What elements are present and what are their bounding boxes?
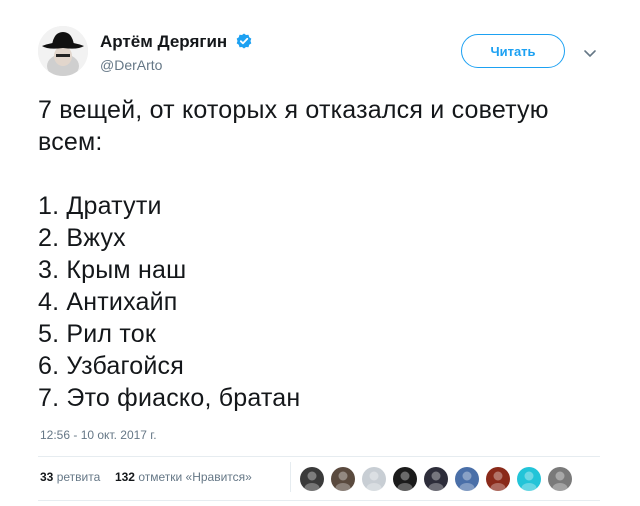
tweet-line: 5. Рил ток bbox=[38, 320, 156, 348]
divider bbox=[38, 500, 600, 501]
display-name[interactable]: Артём Дерягин bbox=[100, 32, 227, 51]
retweets-count[interactable]: 33 bbox=[40, 470, 53, 484]
liker-avatar[interactable] bbox=[455, 467, 479, 491]
tweet-line: всем: bbox=[38, 128, 103, 156]
retweets-label[interactable]: ретвита bbox=[57, 470, 101, 484]
tweet-text: 7 вещей, от которых я отказался и совету… bbox=[38, 94, 608, 414]
person-icon bbox=[366, 471, 382, 491]
liker-avatar[interactable] bbox=[331, 467, 355, 491]
divider bbox=[38, 456, 600, 457]
person-icon bbox=[552, 471, 568, 491]
person-icon bbox=[459, 471, 475, 491]
liker-avatar[interactable] bbox=[300, 467, 324, 491]
tweet-line: 7 вещей, от которых я отказался и совету… bbox=[38, 96, 549, 124]
liker-avatar[interactable] bbox=[424, 467, 448, 491]
likes-label[interactable]: отметки «Нравится» bbox=[138, 470, 252, 484]
tweet-line: 1. Дратути bbox=[38, 192, 162, 220]
person-icon bbox=[335, 471, 351, 491]
liker-avatar[interactable] bbox=[517, 467, 541, 491]
tweet-header: Артём Дерягин @DerArto Читать bbox=[38, 26, 608, 82]
tweet-timestamp[interactable]: 12:56 - 10 окт. 2017 г. bbox=[40, 428, 157, 442]
tweet-line: 7. Это фиаско, братан bbox=[38, 384, 301, 412]
person-icon bbox=[397, 471, 413, 491]
liker-avatar[interactable] bbox=[486, 467, 510, 491]
liker-avatar[interactable] bbox=[362, 467, 386, 491]
verified-badge-icon bbox=[236, 33, 252, 54]
liker-avatar[interactable] bbox=[393, 467, 417, 491]
liker-avatar[interactable] bbox=[548, 467, 572, 491]
divider bbox=[290, 462, 291, 492]
person-icon bbox=[490, 471, 506, 491]
cowboy-hat-avatar-icon bbox=[38, 26, 88, 76]
tweet-line: 2. Вжух bbox=[38, 224, 126, 252]
person-icon bbox=[304, 471, 320, 491]
user-handle[interactable]: @DerArto bbox=[100, 57, 252, 73]
chevron-down-icon[interactable] bbox=[583, 46, 597, 58]
tweet-line: 4. Антихайп bbox=[38, 288, 178, 316]
person-icon bbox=[521, 471, 537, 491]
tweet-stats: 33 ретвита 132 отметки «Нравится» bbox=[40, 470, 252, 484]
person-icon bbox=[428, 471, 444, 491]
likes-count[interactable]: 132 bbox=[115, 470, 135, 484]
follow-button[interactable]: Читать bbox=[461, 34, 565, 68]
tweet-line: 6. Узбагойся bbox=[38, 352, 184, 380]
likers-avatars bbox=[300, 467, 579, 491]
tweet-line: 3. Крым наш bbox=[38, 256, 187, 284]
avatar[interactable] bbox=[38, 26, 88, 76]
